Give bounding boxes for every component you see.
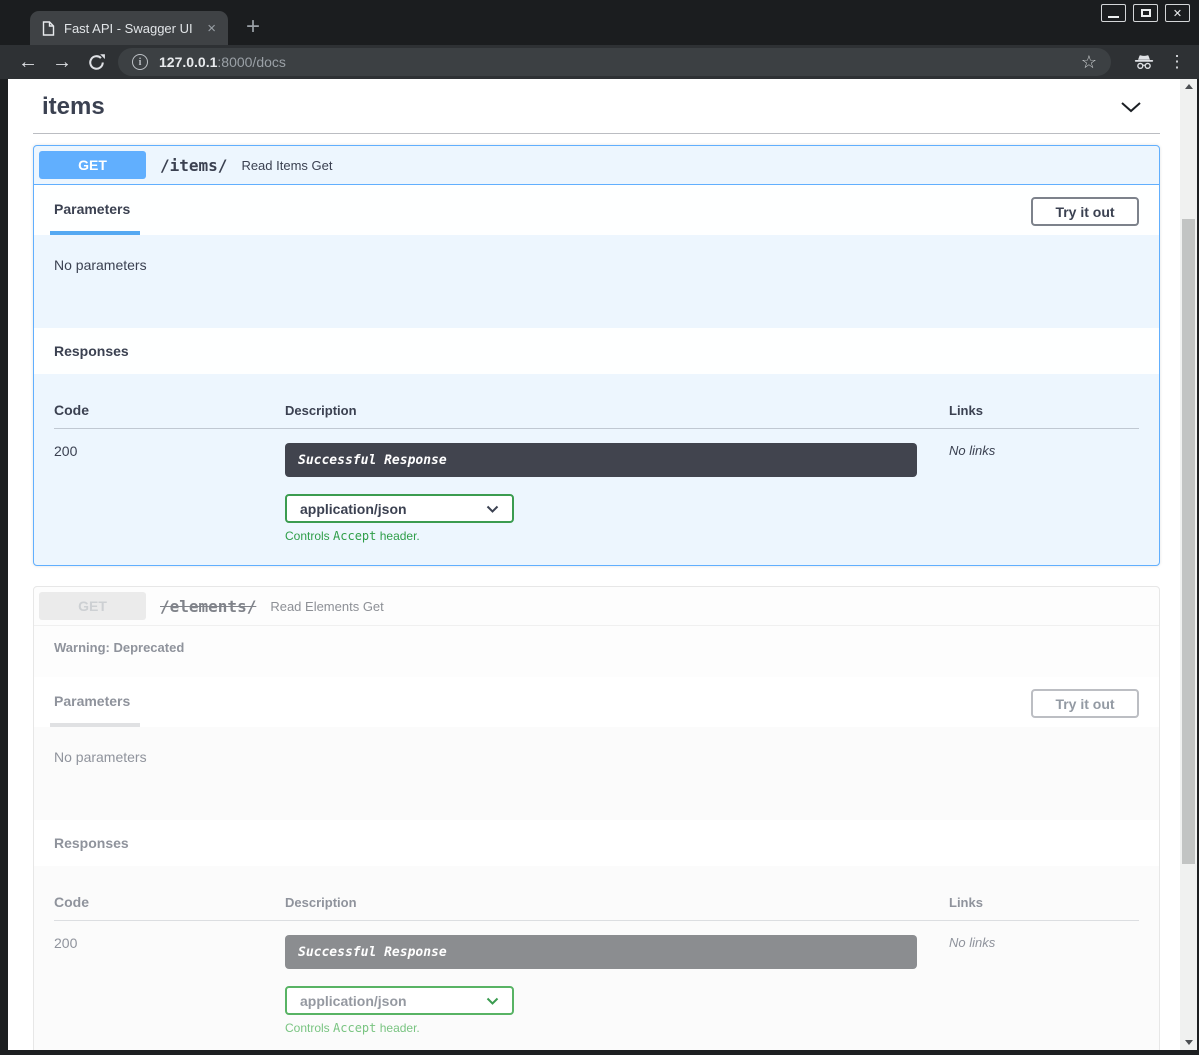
back-button[interactable]: ← [12, 47, 44, 77]
response-row: 200 Successful Response application/json… [54, 429, 1139, 543]
endpoint-summary[interactable]: GET /elements/ Read Elements Get [34, 587, 1159, 626]
responses-header: Responses [34, 328, 1159, 374]
site-info-icon[interactable]: i [132, 54, 148, 70]
column-description: Description [285, 403, 949, 418]
response-links: No links [949, 935, 1139, 1035]
column-description: Description [285, 895, 949, 910]
url-host: 127.0.0.1 [159, 54, 217, 70]
select-chevron-icon [486, 997, 499, 1005]
scrollbar-thumb[interactable] [1182, 219, 1195, 864]
scrollbar-down-arrow[interactable] [1180, 1035, 1197, 1050]
response-description-banner: Successful Response [285, 935, 917, 969]
endpoint-get-elements-deprecated: GET /elements/ Read Elements Get Warning… [33, 586, 1160, 1050]
response-description-banner: Successful Response [285, 443, 917, 477]
bookmark-star-icon[interactable]: ☆ [1081, 52, 1097, 73]
collapse-chevron-icon[interactable] [1114, 97, 1148, 117]
tab-strip: Fast API - Swagger UI × + ✕ [0, 0, 1199, 45]
page-icon [42, 21, 55, 36]
media-type-select[interactable]: application/json [285, 494, 514, 523]
parameters-header: Parameters Try it out [34, 185, 1159, 235]
page-scrollbar [1180, 79, 1197, 1050]
swagger-page: items GET /items/ Read Items Get Paramet… [8, 79, 1180, 1050]
responses-table-head: Code Description Links [54, 886, 1139, 921]
parameters-header: Parameters Try it out [34, 677, 1159, 727]
up-triangle-icon [1185, 84, 1193, 89]
parameters-label: Parameters [54, 201, 130, 217]
maximize-icon [1141, 9, 1151, 17]
accept-header-hint: Controls Accept header. [285, 529, 949, 543]
close-button[interactable]: ✕ [1165, 4, 1190, 22]
tab-parameters: Parameters [54, 677, 130, 727]
reload-button[interactable] [80, 53, 112, 72]
tab-title: Fast API - Swagger UI [64, 21, 194, 36]
responses-body: Code Description Links 200 Successful Re… [34, 374, 1159, 565]
active-tab-underline [50, 231, 140, 235]
close-icon: ✕ [1173, 7, 1182, 20]
browser-window: Fast API - Swagger UI × + ✕ ← → i 127.0.… [0, 0, 1199, 1055]
responses-header: Responses [34, 820, 1159, 866]
response-description-text: Successful Response [298, 945, 447, 960]
endpoint-description: Read Elements Get [270, 599, 383, 614]
media-type-select[interactable]: application/json [285, 986, 514, 1015]
accept-header-hint: Controls Accept header. [285, 1021, 949, 1035]
media-type-value: application/json [300, 501, 407, 517]
column-links: Links [949, 403, 1139, 418]
responses-table-head: Code Description Links [54, 394, 1139, 429]
forward-button[interactable]: → [46, 47, 78, 77]
active-tab-underline [50, 723, 140, 727]
page-viewport: items GET /items/ Read Items Get Paramet… [0, 79, 1199, 1055]
maximize-button[interactable] [1133, 4, 1158, 22]
tag-section-header[interactable]: items [33, 87, 1160, 134]
response-code: 200 [54, 935, 285, 1035]
parameters-label: Parameters [54, 693, 130, 709]
minimize-button[interactable] [1101, 4, 1126, 22]
minimize-icon [1108, 16, 1119, 18]
scrollbar-up-arrow[interactable] [1180, 79, 1197, 94]
response-links: No links [949, 443, 1139, 543]
response-code: 200 [54, 443, 285, 543]
parameters-body: No parameters [34, 235, 1159, 328]
browser-menu-button[interactable]: ⋮ [1167, 52, 1187, 72]
tab-close-icon[interactable]: × [203, 20, 220, 37]
tag-title: items [42, 93, 105, 121]
column-code: Code [54, 894, 285, 910]
endpoint-description: Read Items Get [241, 158, 332, 173]
endpoint-summary[interactable]: GET /items/ Read Items Get [34, 146, 1159, 185]
browser-toolbar: ← → i 127.0.0.1:8000/docs ☆ ⋮ [0, 45, 1199, 79]
incognito-icon [1133, 54, 1155, 70]
parameters-body: No parameters [34, 727, 1159, 820]
try-it-out-button[interactable]: Try it out [1031, 197, 1139, 226]
window-controls: ✕ [1101, 4, 1190, 22]
endpoint-path: /elements/ [160, 597, 256, 616]
try-it-out-button[interactable]: Try it out [1031, 689, 1139, 718]
url-path: :8000/docs [217, 54, 286, 70]
response-description-text: Successful Response [298, 453, 447, 468]
media-type-value: application/json [300, 993, 407, 1009]
url-text: 127.0.0.1:8000/docs [159, 54, 1070, 70]
down-triangle-icon [1185, 1040, 1193, 1045]
endpoint-path: /items/ [160, 156, 227, 175]
address-bar[interactable]: i 127.0.0.1:8000/docs ☆ [118, 48, 1111, 76]
new-tab-button[interactable]: + [246, 17, 260, 37]
method-badge: GET [39, 151, 146, 179]
endpoint-get-items: GET /items/ Read Items Get Parameters Tr… [33, 145, 1160, 566]
responses-label: Responses [54, 835, 129, 851]
responses-label: Responses [54, 343, 129, 359]
no-parameters-text: No parameters [54, 749, 147, 765]
column-code: Code [54, 402, 285, 418]
method-badge: GET [39, 592, 146, 620]
deprecated-warning: Warning: Deprecated [34, 626, 1159, 677]
browser-tab[interactable]: Fast API - Swagger UI × [30, 11, 228, 45]
tab-parameters: Parameters [54, 185, 130, 235]
no-parameters-text: No parameters [54, 257, 147, 273]
responses-body: Code Description Links 200 Successful Re… [34, 866, 1159, 1050]
column-links: Links [949, 895, 1139, 910]
select-chevron-icon [486, 505, 499, 513]
response-row: 200 Successful Response application/json… [54, 921, 1139, 1035]
